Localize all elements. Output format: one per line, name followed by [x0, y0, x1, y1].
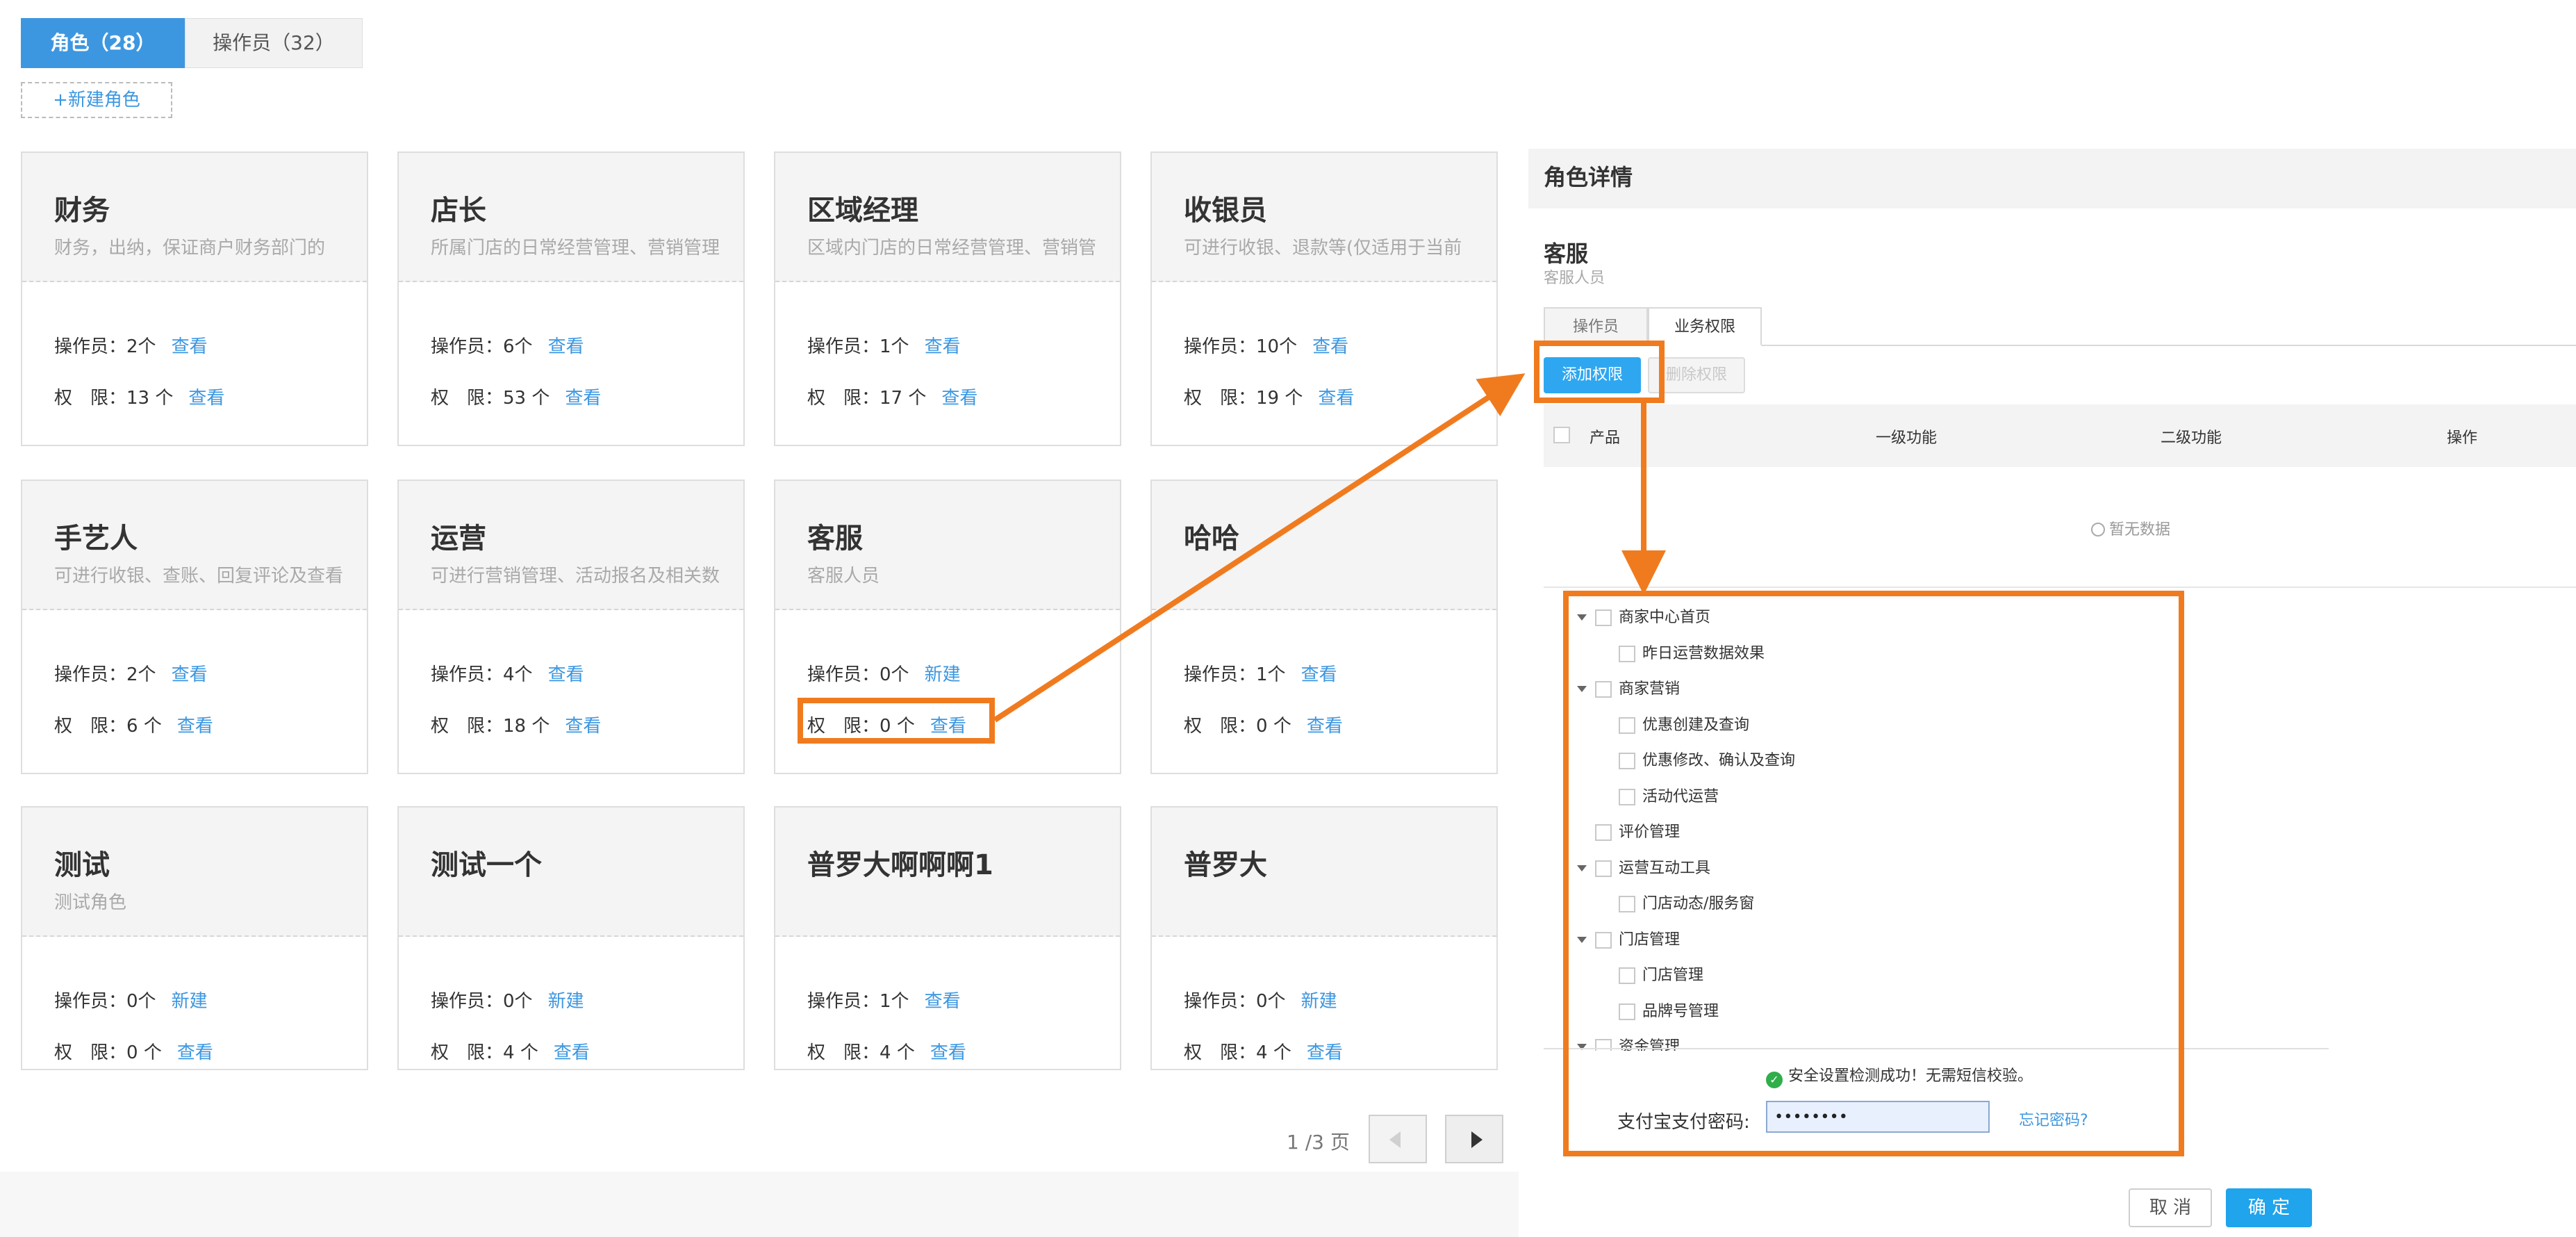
annotation-arrows — [993, 373, 1666, 723]
arrow-to-add-button — [993, 373, 1526, 723]
